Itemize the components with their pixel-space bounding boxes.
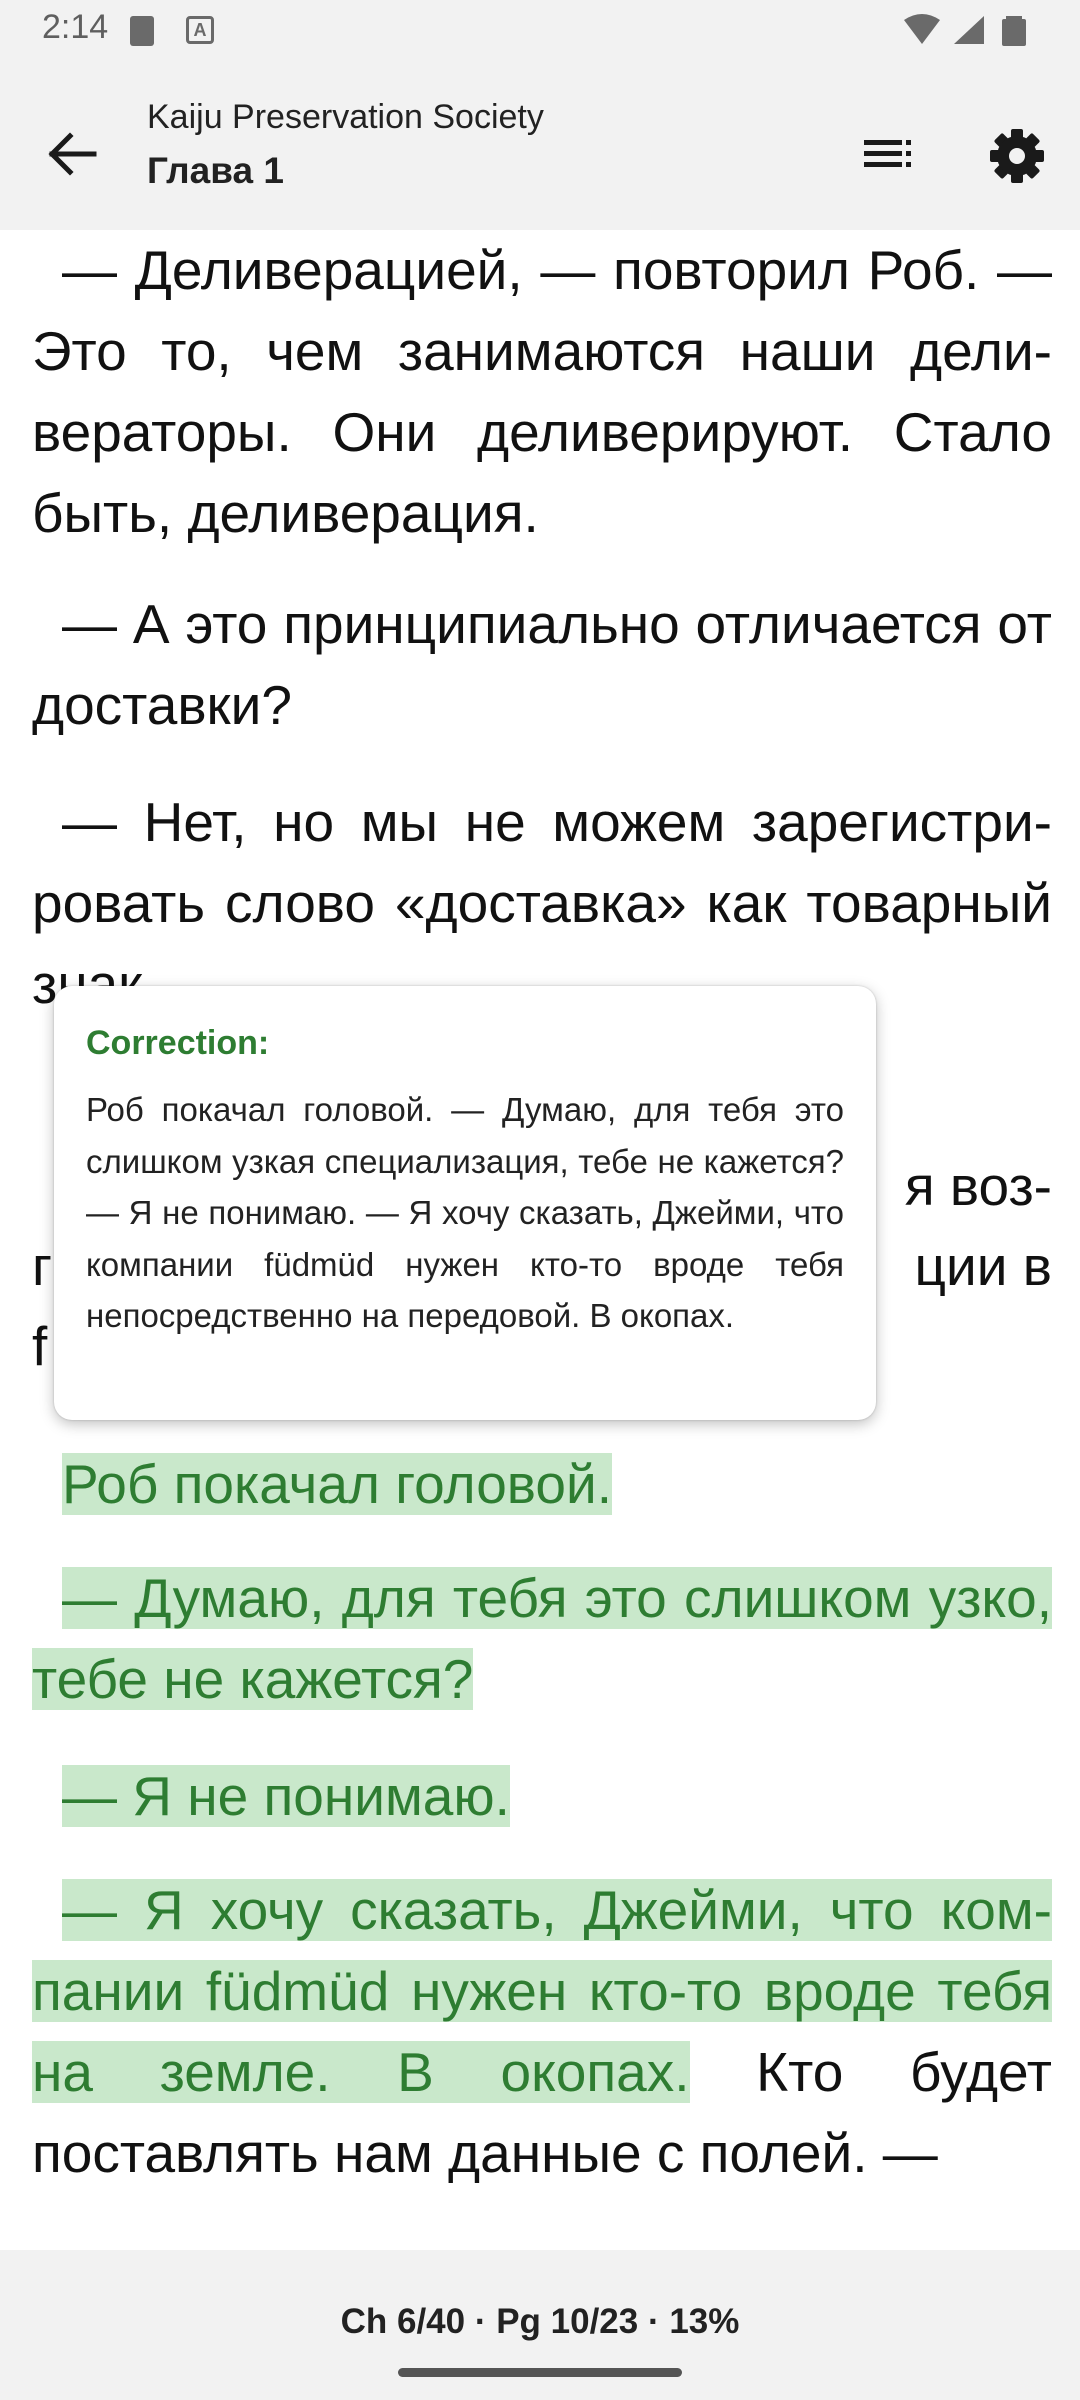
status-bar: 2:14 A xyxy=(0,0,1080,62)
table-of-contents-button[interactable] xyxy=(840,114,940,194)
highlight[interactable]: — Думаю, для тебя это слишком узко, тебе… xyxy=(32,1567,1052,1710)
book-title: Kaiju Preservation Society xyxy=(147,98,544,136)
signal-icon xyxy=(954,16,984,44)
paragraph: — Деливерацией, — повторил Роб. — Это то… xyxy=(32,239,1052,544)
table-of-contents-icon xyxy=(864,140,911,167)
popup-title: Correction: xyxy=(86,1024,270,1062)
a-notification-icon: A xyxy=(186,16,214,44)
wifi-icon xyxy=(904,14,940,44)
highlighted-paragraph[interactable]: — Я хочу сказать, Джейми, что ком­пании … xyxy=(32,1870,1052,2194)
status-icons xyxy=(902,14,1042,48)
highlight[interactable]: Роб покачал головой. xyxy=(62,1453,612,1515)
highlight[interactable]: — Я не понимаю. xyxy=(62,1765,510,1827)
back-button[interactable] xyxy=(34,114,114,194)
reader-header: Kaiju Preservation Society Глава 1 xyxy=(0,62,1080,230)
battery-icon xyxy=(1002,16,1026,46)
settings-gear-icon xyxy=(990,129,1044,183)
reading-progress: Ch 6/40 · Pg 10/23 · 13% xyxy=(340,2302,740,2341)
partial-text: ции в xyxy=(914,1235,1052,1297)
correction-popup[interactable]: Correction: Роб покачал головой. — Думаю… xyxy=(54,986,876,1420)
status-time: 2:14 xyxy=(42,8,109,46)
reader-footer: Ch 6/40 · Pg 10/23 · 13% xyxy=(0,2250,1080,2400)
settings-button[interactable] xyxy=(972,114,1062,198)
highlighted-paragraph[interactable]: Роб покачал головой. xyxy=(32,1444,1052,1525)
home-indicator[interactable] xyxy=(398,2368,682,2377)
chapter-title: Глава 1 xyxy=(147,150,284,191)
sd-card-icon xyxy=(130,16,154,46)
highlighted-paragraph[interactable]: — Я не понимаю. xyxy=(32,1756,1052,1837)
back-arrow-icon xyxy=(48,132,97,176)
highlighted-paragraph[interactable]: — Думаю, для тебя это слишком узко, тебе… xyxy=(32,1558,1052,1720)
partial-text: я воз- xyxy=(904,1155,1052,1217)
popup-text: Роб покачал головой. — Думаю, для тебя э… xyxy=(86,1091,844,1334)
paragraph: — А это принципиально отличается от дост… xyxy=(32,593,1052,736)
